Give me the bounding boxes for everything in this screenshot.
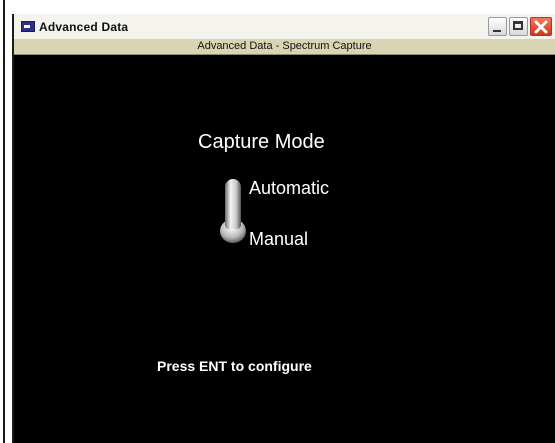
close-icon bbox=[534, 20, 548, 34]
capture-mode-toggle[interactable] bbox=[218, 177, 248, 245]
configure-hint: Press ENT to configure bbox=[157, 358, 312, 374]
maximize-button[interactable] bbox=[509, 17, 528, 36]
app-window: Advanced Data Advanced Data - Spectrum C… bbox=[12, 14, 555, 443]
window-title: Advanced Data bbox=[39, 20, 129, 34]
toggle-switch-icon bbox=[220, 179, 246, 243]
title-bar[interactable]: Advanced Data bbox=[14, 14, 555, 40]
capture-mode-title: Capture Mode bbox=[198, 131, 325, 153]
minimize-button[interactable] bbox=[488, 17, 507, 36]
option-manual[interactable]: Manual bbox=[249, 229, 308, 250]
option-automatic[interactable]: Automatic bbox=[249, 178, 329, 199]
app-window-icon bbox=[21, 21, 35, 32]
subtitle-text: Advanced Data - Spectrum Capture bbox=[197, 40, 372, 52]
capture-panel: Capture Mode Automatic Manual Press ENT … bbox=[14, 55, 555, 443]
subtitle-bar: Advanced Data - Spectrum Capture bbox=[14, 39, 555, 55]
close-button[interactable] bbox=[530, 17, 552, 36]
